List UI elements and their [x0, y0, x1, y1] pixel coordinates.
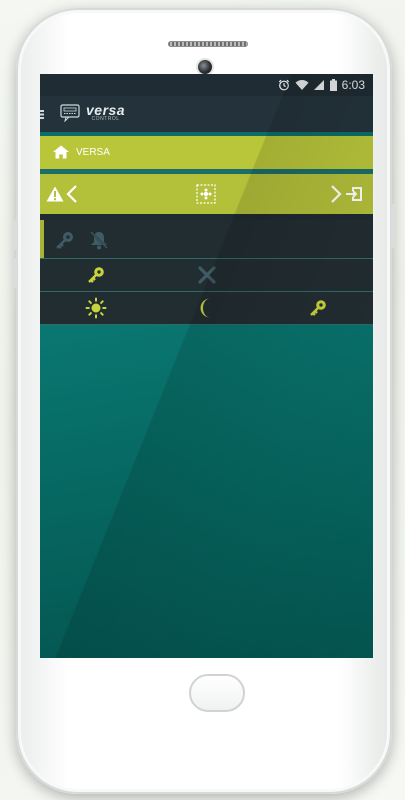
location-header[interactable]: VERSA: [40, 136, 373, 169]
night-mode-button[interactable]: [151, 292, 262, 324]
moon-icon: [200, 298, 210, 318]
arm-control-row: [40, 259, 373, 292]
full-arm-key-button[interactable]: [262, 292, 373, 324]
power-key: [391, 204, 395, 248]
alert-button[interactable]: [46, 174, 64, 214]
key-icon: [56, 232, 73, 249]
chevron-right-icon: [331, 185, 342, 203]
key-icon: [87, 267, 104, 283]
partition-status-row: [40, 220, 373, 259]
key-icon: [309, 300, 326, 316]
status-accent-bar: [40, 220, 44, 258]
logo-wordmark: versa: [86, 102, 126, 118]
volume-down-key: [13, 258, 17, 288]
alarm-icon: [278, 79, 289, 91]
app-logo: versa CONTROL: [60, 102, 126, 122]
alert-icon: [46, 186, 64, 202]
partition-control-bar: [40, 174, 373, 214]
exit-icon: [346, 187, 362, 201]
home-button[interactable]: [189, 674, 245, 712]
disarm-button[interactable]: [151, 259, 262, 291]
app-bar: versa CONTROL: [40, 96, 373, 136]
keypad-icon: [60, 104, 80, 122]
arm-key-button[interactable]: [40, 259, 151, 291]
front-camera: [198, 60, 212, 74]
sun-icon: [85, 297, 106, 319]
earpiece-speaker: [168, 41, 248, 47]
next-button[interactable]: [330, 174, 342, 214]
exit-button[interactable]: [345, 174, 363, 214]
battery-icon: [329, 79, 337, 91]
zone-selector-icon: [196, 184, 216, 204]
status-bar: 6:03: [40, 74, 373, 96]
day-mode-button[interactable]: [40, 292, 151, 324]
zone-selector-button[interactable]: [196, 174, 216, 214]
clock-time: 6:03: [341, 78, 365, 92]
close-icon: [197, 266, 216, 284]
wifi-icon: [295, 80, 309, 90]
bell-icon: [89, 230, 109, 250]
chevron-left-icon: [66, 185, 77, 203]
app-screen: 6:03 versa CONTROL VERSA: [40, 74, 373, 658]
menu-icon[interactable]: [40, 110, 44, 119]
volume-up-key: [13, 220, 17, 250]
home-icon: [53, 145, 69, 159]
signal-icon: [313, 80, 324, 90]
logo-subtext: CONTROL: [91, 116, 120, 122]
location-title: VERSA: [76, 147, 110, 158]
mode-control-row: [40, 292, 373, 325]
previous-button[interactable]: [66, 174, 78, 214]
